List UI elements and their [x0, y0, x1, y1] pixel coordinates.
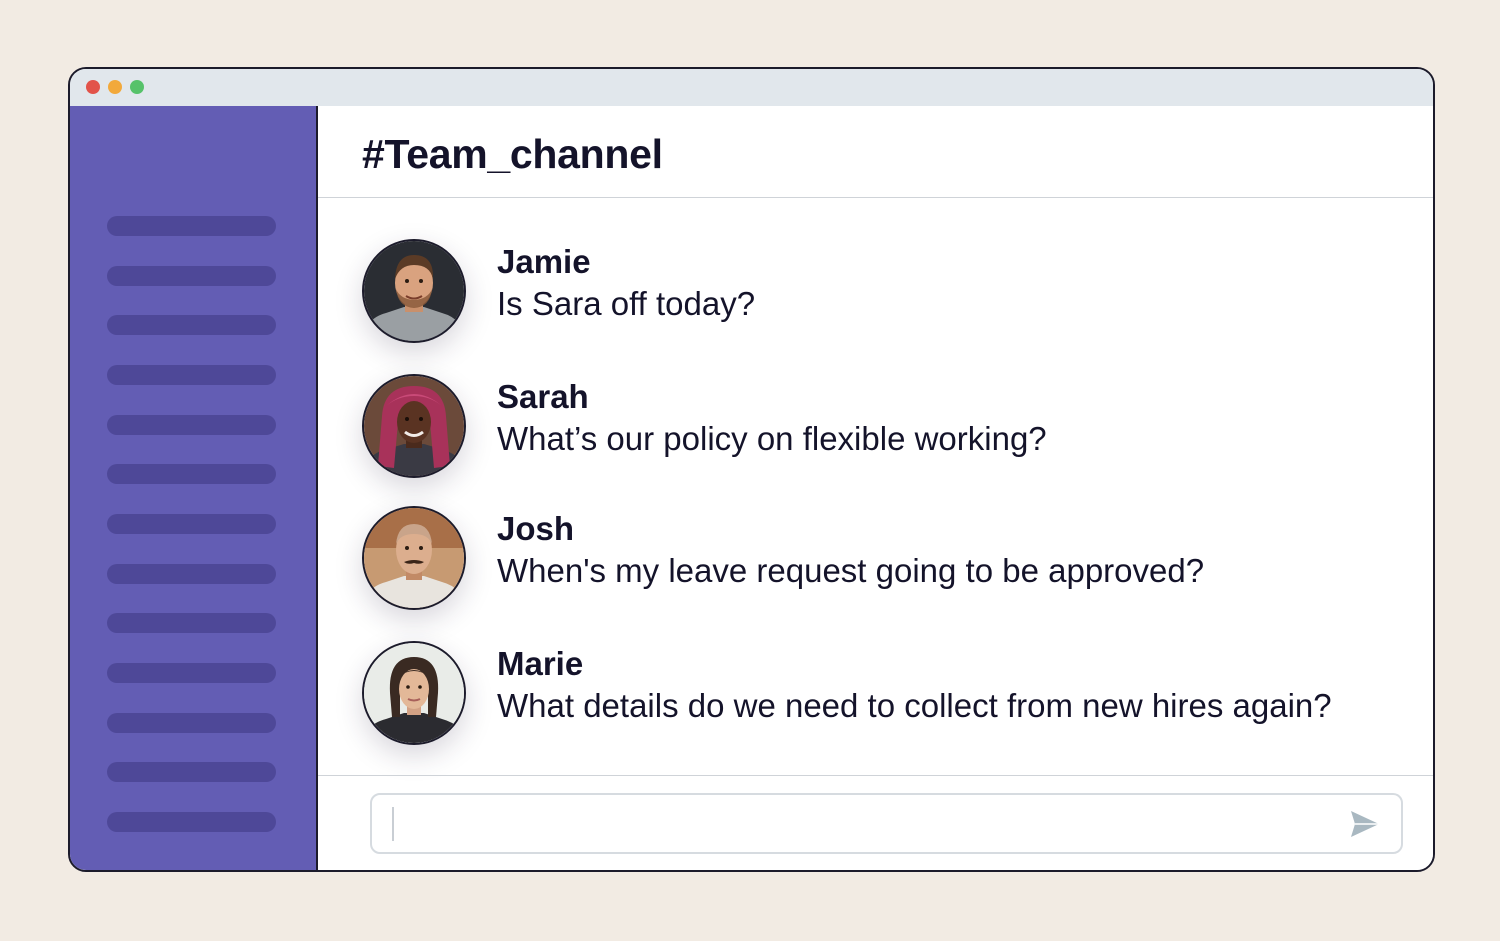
avatar-sarah[interactable]: [362, 374, 466, 478]
message-item: Jamie Is Sara off today?: [362, 239, 1362, 343]
channel-header: #Team_channel: [318, 106, 1433, 198]
channel-title: #Team_channel: [362, 131, 663, 177]
message-item: Josh When's my leave request going to be…: [362, 506, 1362, 610]
sidebar-item-5[interactable]: [107, 415, 276, 435]
send-icon: [1351, 811, 1379, 837]
message-text: When's my leave request going to be appr…: [497, 552, 1205, 589]
message-composer: [318, 775, 1433, 870]
sidebar-item-4[interactable]: [107, 365, 276, 385]
message-author: Sarah: [497, 378, 589, 415]
sidebar-item-6[interactable]: [107, 464, 276, 484]
minimize-window-button[interactable]: [108, 80, 122, 94]
sidebar-item-7[interactable]: [107, 514, 276, 534]
sidebar-item-11[interactable]: [107, 713, 276, 733]
message-author: Marie: [497, 645, 584, 682]
message-item: Marie What details do we need to collect…: [362, 641, 1362, 745]
chat-panel: #Team_channel Jamie Is Sara off today? S…: [318, 106, 1433, 870]
message-text: Is Sara off today?: [497, 285, 756, 322]
message-input[interactable]: [370, 793, 1403, 854]
text-caret: [392, 807, 394, 841]
message-text: What details do we need to collect from …: [497, 687, 1332, 724]
sidebar-item-1[interactable]: [107, 216, 276, 236]
sidebar-item-9[interactable]: [107, 613, 276, 633]
message-author: Josh: [497, 510, 575, 547]
message-author: Jamie: [497, 243, 591, 280]
sidebar-item-10[interactable]: [107, 663, 276, 683]
sidebar: [70, 106, 318, 870]
app-window: #Team_channel Jamie Is Sara off today? S…: [68, 67, 1435, 872]
sidebar-item-13[interactable]: [107, 812, 276, 832]
avatar-jamie[interactable]: [362, 239, 466, 343]
avatar-josh[interactable]: [362, 506, 466, 610]
sidebar-item-3[interactable]: [107, 315, 276, 335]
close-window-button[interactable]: [86, 80, 100, 94]
sidebar-item-8[interactable]: [107, 564, 276, 584]
send-button[interactable]: [1349, 809, 1381, 839]
message-item: Sarah What’s our policy on flexible work…: [362, 374, 1362, 478]
title-bar: [70, 69, 1433, 106]
sidebar-item-12[interactable]: [107, 762, 276, 782]
message-text: What’s our policy on flexible working?: [497, 420, 1047, 457]
sidebar-item-2[interactable]: [107, 266, 276, 286]
avatar-marie[interactable]: [362, 641, 466, 745]
maximize-window-button[interactable]: [130, 80, 144, 94]
